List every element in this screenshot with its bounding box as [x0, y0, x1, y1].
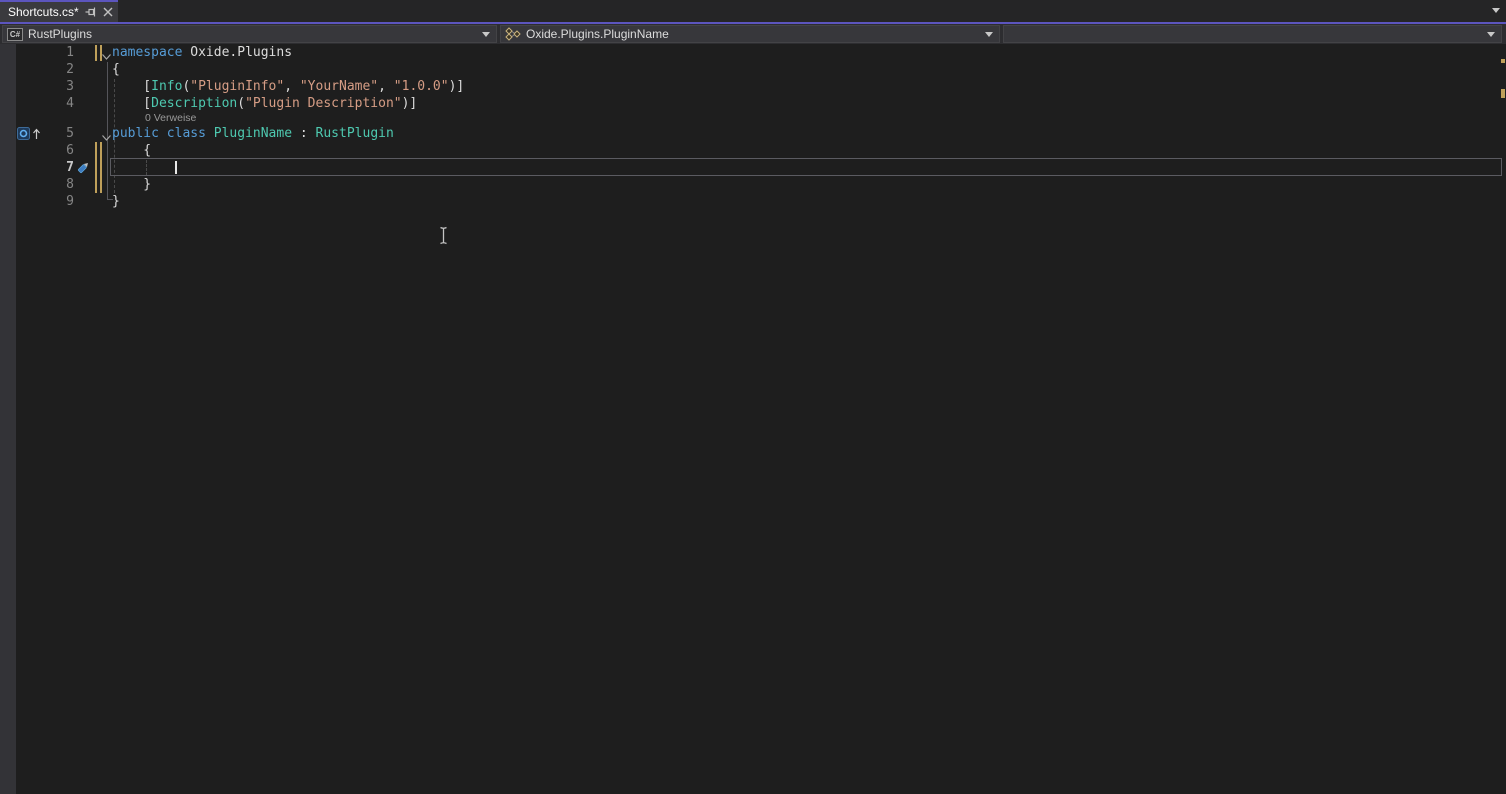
- code-line[interactable]: public class PluginName : RustPlugin: [112, 125, 394, 142]
- scrollbar-modified-mark: [1501, 59, 1505, 63]
- code-token: )]: [449, 79, 465, 94]
- code-token: }: [112, 194, 120, 209]
- code-token: "YourName": [300, 79, 378, 94]
- member-dropdown[interactable]: [1003, 25, 1502, 43]
- mouse-ibeam-cursor: [437, 226, 450, 250]
- project-dropdown-value: RustPlugins: [28, 27, 477, 41]
- chevron-down-icon[interactable]: [1487, 32, 1495, 37]
- fold-chevron-icon[interactable]: [101, 129, 113, 139]
- tab-bar: Shortcuts.cs*: [0, 0, 1506, 22]
- code-line[interactable]: [Description("Plugin Description")]: [112, 95, 417, 112]
- code-token: [: [112, 79, 151, 94]
- vertical-scrollbar[interactable]: [1498, 44, 1506, 794]
- navigation-bar: C# RustPlugins Oxide.Plugins.PluginName: [0, 24, 1506, 44]
- csharp-project-icon: C#: [7, 28, 23, 41]
- code-token: Info: [151, 79, 182, 94]
- line-number[interactable]: 5: [40, 125, 74, 142]
- code-token: {: [112, 143, 151, 158]
- edit-pencil-icon[interactable]: [76, 160, 91, 175]
- fold-chevron-icon[interactable]: [101, 48, 113, 58]
- code-line[interactable]: [Info("PluginInfo", "YourName", "1.0.0")…: [112, 78, 464, 95]
- code-token: public: [112, 126, 159, 141]
- code-token: PluginName: [214, 126, 292, 141]
- class-icon: [505, 27, 521, 41]
- code-token: }: [112, 177, 151, 192]
- line-number[interactable]: 1: [40, 44, 74, 61]
- tab-title: Shortcuts.cs*: [8, 5, 79, 19]
- code-token: [206, 126, 214, 141]
- code-editor[interactable]: 1namespace Oxide.Plugins2{3 [Info("Plugi…: [0, 44, 1506, 794]
- code-token: )]: [402, 96, 418, 111]
- line-number[interactable]: 8: [40, 176, 74, 193]
- code-token: Oxide.Plugins: [182, 45, 292, 60]
- scrollbar-modified-mark: [1501, 89, 1505, 98]
- code-token: namespace: [112, 45, 182, 60]
- close-icon[interactable]: [103, 5, 113, 19]
- code-token: "PluginInfo": [190, 79, 284, 94]
- type-dropdown-value: Oxide.Plugins.PluginName: [526, 27, 980, 41]
- code-token: :: [292, 126, 315, 141]
- pin-icon[interactable]: [85, 5, 97, 19]
- line-number[interactable]: 6: [40, 142, 74, 159]
- code-token: [: [112, 96, 151, 111]
- tab-shortcuts-cs[interactable]: Shortcuts.cs*: [0, 0, 118, 22]
- code-token: (: [237, 96, 245, 111]
- current-line-highlight: [110, 158, 1502, 176]
- code-line[interactable]: {: [112, 61, 120, 78]
- code-line[interactable]: {: [112, 142, 151, 159]
- code-token: ,: [378, 79, 394, 94]
- code-token: class: [167, 126, 206, 141]
- line-number[interactable]: 4: [40, 95, 74, 112]
- line-number[interactable]: 7: [40, 159, 74, 176]
- code-token: "Plugin Description": [245, 96, 402, 111]
- modified-track-bar: [95, 142, 102, 193]
- code-line[interactable]: }: [112, 176, 151, 193]
- project-dropdown[interactable]: C# RustPlugins: [2, 25, 497, 43]
- breakpoint-margin[interactable]: [0, 44, 16, 794]
- chevron-down-icon[interactable]: [985, 32, 993, 37]
- type-dropdown[interactable]: Oxide.Plugins.PluginName: [500, 25, 1000, 43]
- code-line[interactable]: namespace Oxide.Plugins: [112, 44, 292, 61]
- code-line[interactable]: }: [112, 193, 120, 210]
- line-number[interactable]: 9: [40, 193, 74, 210]
- code-token: [159, 126, 167, 141]
- codelens-references[interactable]: 0 Verweise: [145, 112, 196, 125]
- code-token: ,: [284, 79, 300, 94]
- document-list-dropdown-icon[interactable]: [1492, 8, 1500, 13]
- code-token: {: [112, 62, 120, 77]
- chevron-down-icon[interactable]: [482, 32, 490, 37]
- line-number[interactable]: 3: [40, 78, 74, 95]
- code-token: Description: [151, 96, 237, 111]
- code-token: RustPlugin: [316, 126, 394, 141]
- code-token: "1.0.0": [394, 79, 449, 94]
- line-number[interactable]: 2: [40, 61, 74, 78]
- text-caret: [175, 161, 177, 174]
- inheritance-margin-icon[interactable]: [17, 127, 41, 140]
